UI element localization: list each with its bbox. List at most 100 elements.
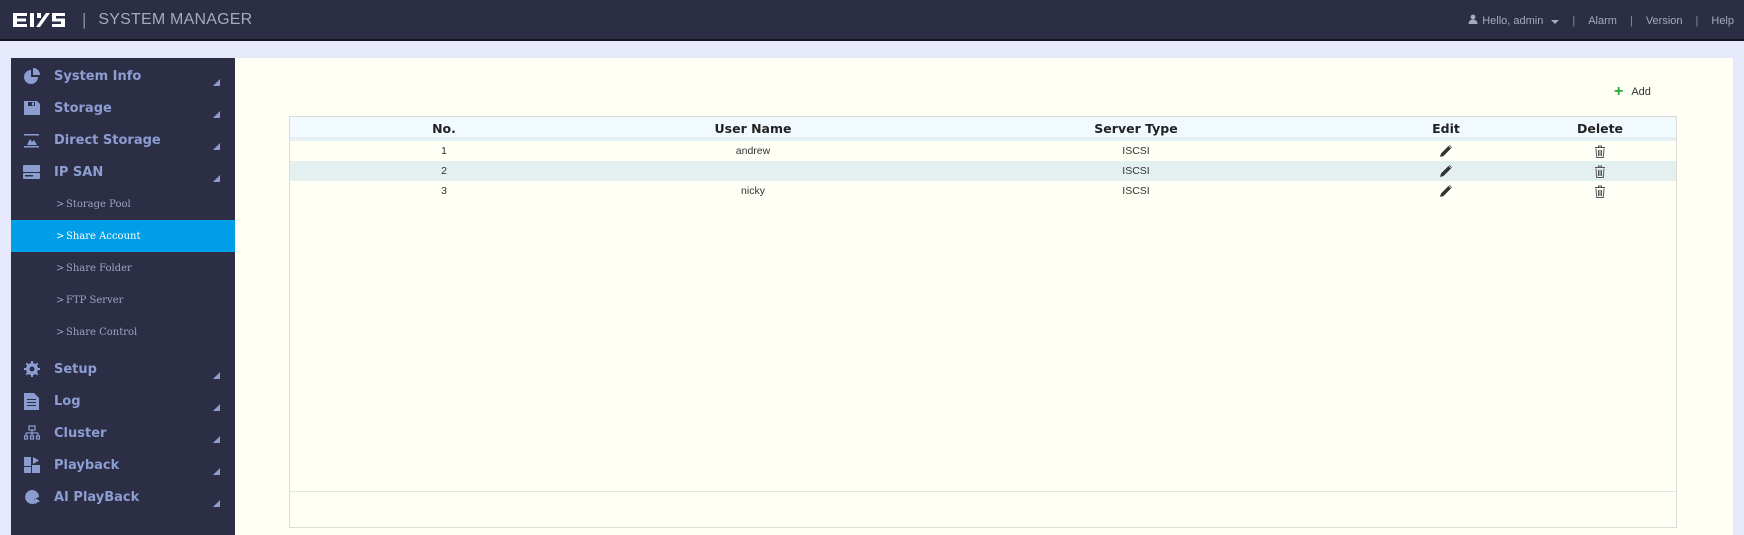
delete-button[interactable] (1595, 165, 1606, 178)
chevron-down-icon (1551, 19, 1560, 24)
direct-storage-icon (23, 132, 40, 149)
expand-arrow-icon (213, 175, 220, 182)
sidebar-item-label: Cluster (54, 425, 107, 441)
cell-no: 1 (441, 145, 447, 157)
sidebar-item-label: System Info (54, 68, 142, 84)
version-link[interactable]: Version (1646, 15, 1683, 27)
pie-chart-icon (23, 67, 40, 85)
nav-separator: | (1572, 14, 1576, 27)
expand-arrow-icon (213, 143, 220, 150)
sidebar-item-cluster[interactable]: Cluster (11, 417, 235, 449)
sidebar: System Info Storage Direct Storage IP SA… (11, 58, 235, 535)
sidebar-item-ip-san[interactable]: IP SAN (11, 156, 235, 188)
sidebar-subitem-label: Share Control (66, 326, 138, 338)
top-bar: | SYSTEM MANAGER Hello, admin | Alarm | … (0, 0, 1744, 41)
table-row: 2 ISCSI (290, 161, 1676, 181)
sidebar-item-label: Playback (54, 457, 120, 473)
nav-separator: | (1695, 14, 1699, 27)
sidebar-item-direct-storage[interactable]: Direct Storage (11, 124, 235, 156)
nav-separator: | (1629, 14, 1633, 27)
chevron-right-icon: > (56, 294, 65, 306)
sidebar-subitem-ftp-server[interactable]: > FTP Server (11, 284, 235, 316)
sidebar-subitem-share-account[interactable]: > Share Account (11, 220, 235, 252)
chevron-right-icon: > (56, 198, 65, 210)
edit-button[interactable] (1440, 185, 1452, 197)
delete-button[interactable] (1595, 145, 1606, 158)
pencil-icon (1440, 145, 1452, 157)
cell-server-type: ISCSI (1122, 185, 1150, 197)
add-label: Add (1631, 86, 1651, 98)
sidebar-item-setup[interactable]: Setup (11, 353, 235, 385)
sidebar-item-storage[interactable]: Storage (11, 92, 235, 124)
sidebar-subitem-label: FTP Server (66, 294, 124, 306)
sidebar-subitem-storage-pool[interactable]: > Storage Pool (11, 188, 235, 220)
pencil-icon (1440, 185, 1452, 197)
top-right-nav: Hello, admin | Alarm | Version | Help (1468, 0, 1734, 41)
trash-icon (1595, 165, 1605, 178)
cell-server-type: ISCSI (1122, 165, 1150, 177)
user-greeting: Hello, admin (1482, 14, 1544, 27)
add-button[interactable]: + Add (1614, 83, 1651, 100)
pencil-icon (1440, 165, 1452, 177)
floppy-disk-icon (23, 100, 40, 117)
expand-arrow-icon (213, 372, 220, 379)
column-header-no: No. (432, 121, 456, 136)
chevron-right-icon: > (56, 262, 65, 274)
column-header-user-name: User Name (714, 121, 792, 136)
expand-arrow-icon (213, 404, 220, 411)
sidebar-item-system-info[interactable]: System Info (11, 60, 235, 92)
sidebar-item-label: Log (54, 393, 81, 409)
sidebar-item-label: Setup (54, 361, 97, 377)
edit-button[interactable] (1440, 165, 1452, 177)
hard-drive-icon (23, 164, 40, 181)
main-content: + Add No. User Name Server Type Edit Del… (235, 58, 1733, 535)
sidebar-subitem-label: Storage Pool (66, 198, 131, 210)
table-row: 3 nicky ISCSI (290, 181, 1676, 201)
cell-user-name: andrew (735, 145, 771, 157)
edit-button[interactable] (1440, 145, 1452, 157)
user-icon (1468, 14, 1478, 27)
expand-arrow-icon (213, 79, 220, 86)
trash-icon (1595, 145, 1605, 158)
table-header: No. User Name Server Type Edit Delete (290, 117, 1676, 141)
cell-no: 2 (441, 165, 447, 177)
trash-icon (1595, 185, 1605, 198)
delete-button[interactable] (1595, 185, 1606, 198)
sidebar-item-label: IP SAN (54, 164, 104, 180)
chevron-right-icon: > (56, 230, 65, 242)
alarm-link[interactable]: Alarm (1588, 15, 1617, 27)
title-separator: | (82, 9, 87, 29)
cell-no: 3 (441, 185, 447, 197)
column-header-server-type: Server Type (1094, 121, 1178, 136)
cell-user-name: nicky (741, 185, 765, 197)
column-header-delete: Delete (1576, 121, 1624, 136)
sidebar-subitem-share-folder[interactable]: > Share Folder (11, 252, 235, 284)
table-footer (290, 491, 1676, 528)
sidebar-item-label: AI PlayBack (54, 489, 140, 505)
column-header-edit: Edit (1432, 121, 1460, 136)
document-icon (23, 392, 40, 410)
expand-arrow-icon (213, 500, 220, 507)
sidebar-item-label: Direct Storage (54, 132, 161, 148)
sidebar-item-playback[interactable]: Playback (11, 449, 235, 481)
user-menu[interactable]: Hello, admin (1468, 14, 1560, 27)
chevron-right-icon: > (56, 326, 65, 338)
sidebar-item-log[interactable]: Log (11, 385, 235, 417)
app-title: SYSTEM MANAGER (98, 10, 253, 28)
playback-icon (23, 457, 40, 474)
help-link[interactable]: Help (1711, 15, 1734, 27)
share-account-table: No. User Name Server Type Edit Delete 1 … (289, 116, 1677, 528)
sidebar-subitem-share-control[interactable]: > Share Control (11, 316, 235, 348)
expand-arrow-icon (213, 436, 220, 443)
table-row: 1 andrew ISCSI (290, 141, 1676, 161)
network-icon (23, 425, 40, 442)
gear-icon (23, 361, 40, 378)
sidebar-item-label: Storage (54, 100, 112, 116)
sidebar-subitem-label: Share Folder (66, 262, 132, 274)
expand-arrow-icon (213, 111, 220, 118)
evs-logo (12, 11, 66, 29)
plus-icon: + (1614, 83, 1624, 100)
cell-server-type: ISCSI (1122, 145, 1150, 157)
ai-playback-icon (23, 489, 40, 506)
sidebar-item-ai-playback[interactable]: AI PlayBack (11, 481, 235, 513)
